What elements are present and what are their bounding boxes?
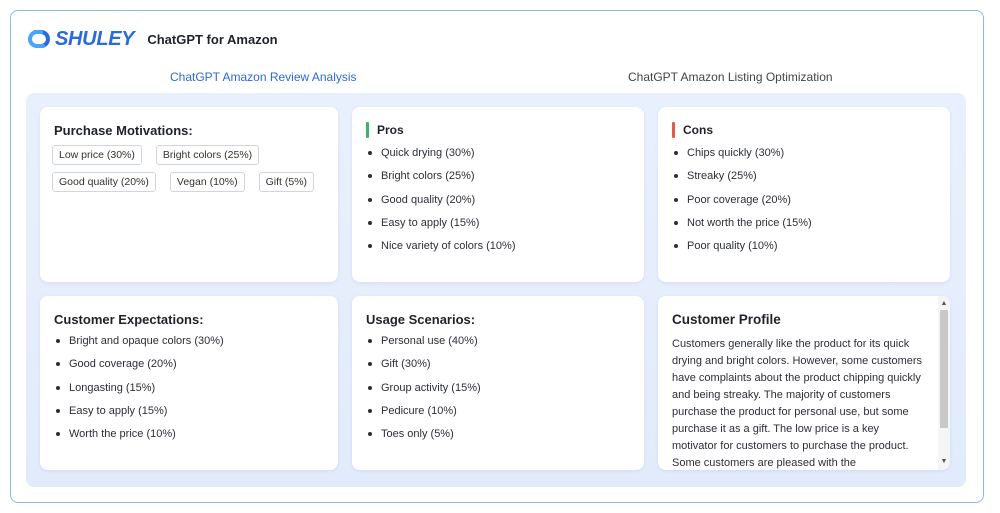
- tab-listing-optimization[interactable]: ChatGPT Amazon Listing Optimization: [628, 70, 833, 84]
- purchase-motivations-card: Purchase Motivations: Low price (30%) Br…: [40, 107, 338, 282]
- list-item: Quick drying (30%): [366, 145, 516, 168]
- list-item: Poor coverage (20%): [672, 192, 812, 215]
- scroll-up-arrow-icon[interactable]: ▲: [938, 298, 950, 310]
- customer-profile-card: Customer Profile Customers generally lik…: [658, 296, 950, 470]
- motivation-tag: Low price (30%): [52, 145, 142, 165]
- list-item: Longasting (15%): [54, 380, 224, 403]
- brand-logo: SHULEY: [26, 27, 135, 51]
- cons-header: Cons: [672, 122, 713, 138]
- scroll-down-arrow-icon[interactable]: ▼: [938, 456, 950, 468]
- analysis-panel: Purchase Motivations: Low price (30%) Br…: [26, 93, 966, 487]
- list-item: Bright colors (25%): [366, 168, 516, 191]
- pros-header: Pros: [366, 122, 404, 138]
- list-item: Worth the price (10%): [54, 426, 224, 449]
- list-item: Streaky (25%): [672, 168, 812, 191]
- scroll-thumb[interactable]: [940, 310, 948, 428]
- motivation-tag: Vegan (10%): [169, 172, 245, 192]
- cons-list: Chips quickly (30%) Streaky (25%) Poor c…: [672, 145, 812, 261]
- list-item: Pedicure (10%): [366, 403, 481, 426]
- list-item: Chips quickly (30%): [672, 145, 812, 168]
- cons-card: Cons Chips quickly (30%) Streaky (25%) P…: [658, 107, 950, 282]
- list-item: Nice variety of colors (10%): [366, 238, 516, 261]
- motivation-tags: Low price (30%) Bright colors (25%) Good…: [52, 145, 332, 199]
- motivation-tag: Good quality (20%): [52, 172, 156, 192]
- list-item: Gift (30%): [366, 356, 481, 379]
- list-item: Bright and opaque colors (30%): [54, 333, 224, 356]
- purchase-motivations-title: Purchase Motivations:: [54, 123, 193, 138]
- list-item: Easy to apply (15%): [366, 215, 516, 238]
- cons-accent-bar: [672, 122, 675, 138]
- tab-review-analysis[interactable]: ChatGPT Amazon Review Analysis: [170, 70, 357, 84]
- customer-expectations-title: Customer Expectations:: [54, 312, 204, 327]
- pros-list: Quick drying (30%) Bright colors (25%) G…: [366, 145, 516, 261]
- list-item: Not worth the price (15%): [672, 215, 812, 238]
- app-title: ChatGPT for Amazon: [147, 31, 278, 47]
- list-item: Personal use (40%): [366, 333, 481, 356]
- tab-bar: ChatGPT Amazon Review Analysis ChatGPT A…: [26, 66, 966, 90]
- list-item: Good coverage (20%): [54, 356, 224, 379]
- usage-scenarios-card: Usage Scenarios: Personal use (40%) Gift…: [352, 296, 644, 470]
- shuley-logo-icon: [28, 30, 50, 48]
- profile-scrollbar[interactable]: ▲ ▼: [938, 296, 950, 470]
- list-item: Group activity (15%): [366, 380, 481, 403]
- customer-expectations-list: Bright and opaque colors (30%) Good cove…: [54, 333, 224, 449]
- pros-card: Pros Quick drying (30%) Bright colors (2…: [352, 107, 644, 282]
- pros-title: Pros: [377, 123, 404, 137]
- list-item: Poor quality (10%): [672, 238, 812, 261]
- list-item: Good quality (20%): [366, 192, 516, 215]
- usage-scenarios-title: Usage Scenarios:: [366, 312, 476, 327]
- list-item: Easy to apply (15%): [54, 403, 224, 426]
- usage-scenarios-list: Personal use (40%) Gift (30%) Group acti…: [366, 333, 481, 449]
- customer-profile-text: Customers generally like the product for…: [672, 338, 923, 469]
- cons-title: Cons: [683, 123, 713, 137]
- motivation-tag: Bright colors (25%): [155, 145, 260, 165]
- list-item: Toes only (5%): [366, 426, 481, 449]
- motivation-tag: Gift (5%): [258, 172, 315, 192]
- header: SHULEY ChatGPT for Amazon: [26, 26, 278, 52]
- brand-name: SHULEY: [55, 27, 135, 50]
- customer-profile-title: Customer Profile: [672, 312, 781, 327]
- customer-expectations-card: Customer Expectations: Bright and opaque…: [40, 296, 338, 470]
- pros-accent-bar: [366, 122, 369, 138]
